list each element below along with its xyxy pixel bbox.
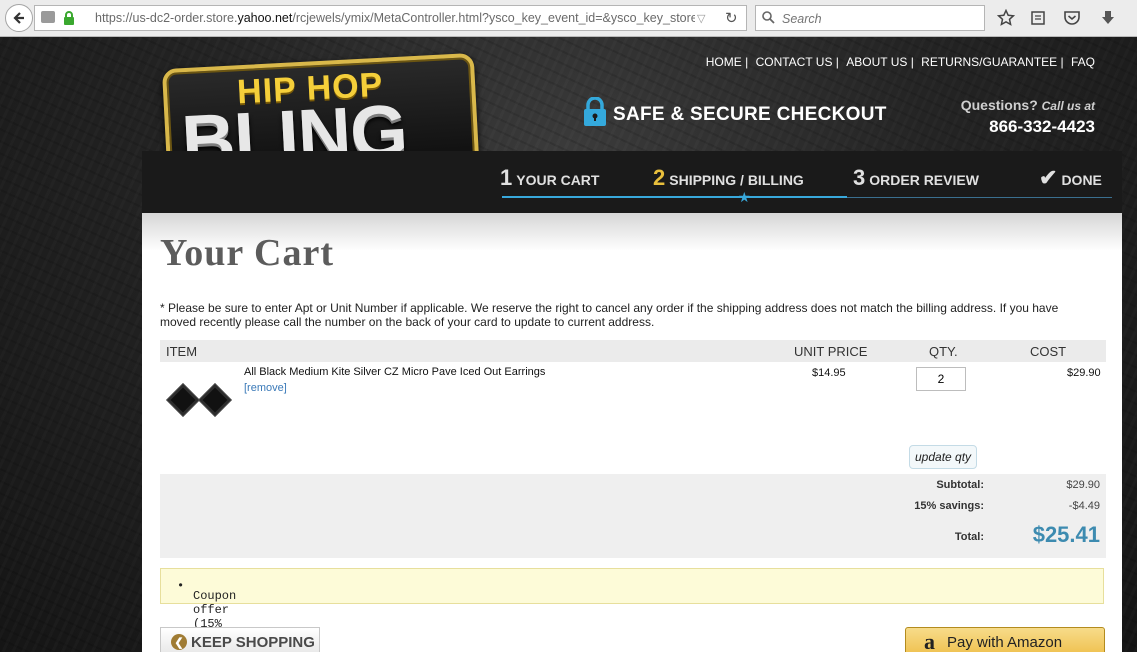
- pocket-icon[interactable]: [1062, 8, 1082, 28]
- earring-image-left: [166, 383, 200, 417]
- pay-with-amazon-label: Pay with Amazon: [947, 633, 1063, 651]
- update-qty-button[interactable]: update qty: [909, 445, 978, 469]
- phone-number[interactable]: 866-332-4423: [961, 117, 1095, 137]
- questions-text: Questions?: [960, 97, 1038, 113]
- current-step-star-icon: ★: [738, 189, 751, 205]
- step-number: 2: [653, 165, 666, 190]
- subtotal-value: $29.90: [1066, 479, 1100, 491]
- remove-link[interactable]: [remove]: [244, 382, 287, 394]
- url-text: https://us-dc2-order.store.yahoo.net/rcj…: [95, 11, 695, 25]
- total-value: $25.41: [1032, 522, 1100, 547]
- reload-icon[interactable]: ↻: [725, 9, 738, 27]
- column-unit-price: UNIT PRICE: [794, 344, 868, 359]
- step-label: SHIPPING / BILLING: [669, 172, 804, 188]
- address-bar[interactable]: https://us-dc2-order.store.yahoo.net/rcj…: [34, 5, 747, 31]
- line-cost: $29.90: [1067, 367, 1101, 379]
- quantity-input[interactable]: [916, 367, 966, 391]
- coupon-message-box: • Coupon offer (15% savings) has been ap…: [160, 568, 1104, 652]
- step-number: 1: [500, 165, 513, 190]
- search-input[interactable]: [780, 9, 980, 29]
- total-label: Total:: [954, 531, 984, 543]
- keep-shopping-button[interactable]: ❮ KEEP SHOPPING: [160, 627, 320, 652]
- column-cost: COST: [1030, 344, 1067, 359]
- product-name[interactable]: All Black Medium Kite Silver CZ Micro Pa…: [244, 366, 545, 378]
- cart-panel: Your Cart * Please be sure to enter Apt …: [142, 213, 1122, 652]
- step-shipping-billing[interactable]: 2 SHIPPING / BILLING: [653, 165, 804, 191]
- identity-icon[interactable]: [41, 11, 55, 23]
- amazon-logo-icon: a: [924, 629, 935, 652]
- cart-table-header: ITEM UNIT PRICE QTY. COST: [160, 340, 1106, 362]
- call-us-text: Call us at: [1041, 99, 1095, 113]
- search-icon: [762, 11, 775, 29]
- checkmark-icon: ✔: [1039, 165, 1058, 190]
- product-image[interactable]: [166, 383, 232, 419]
- keep-shopping-label: KEEP SHOPPING: [191, 633, 315, 651]
- step-label: DONE: [1061, 172, 1102, 188]
- nav-returns[interactable]: RETURNS/GUARANTEE |: [921, 55, 1063, 69]
- pay-with-amazon-button[interactable]: a Pay with Amazon: [905, 627, 1105, 652]
- reading-list-icon[interactable]: [1028, 8, 1048, 28]
- steps-progress: [502, 196, 847, 198]
- coupon-message: • Coupon offer (15% savings) has been ap…: [177, 579, 251, 652]
- bookmark-star-icon[interactable]: [996, 8, 1016, 28]
- column-item: ITEM: [166, 344, 198, 359]
- savings-label: 15% savings:: [914, 500, 984, 512]
- nav-contact-us[interactable]: CONTACT US |: [756, 55, 839, 69]
- secure-checkout-text: SAFE & SECURE CHECKOUT: [613, 104, 887, 125]
- chevron-left-icon: ❮: [171, 634, 187, 650]
- nav-about-us[interactable]: ABOUT US |: [846, 55, 914, 69]
- browser-toolbar: https://us-dc2-order.store.yahoo.net/rcj…: [0, 0, 1137, 37]
- totals-box: Subtotal: $29.90 15% savings: -$4.49 Tot…: [160, 474, 1106, 558]
- search-bar[interactable]: [755, 5, 985, 31]
- address-notice: * Please be sure to enter Apt or Unit Nu…: [160, 301, 1059, 329]
- step-number: 3: [853, 165, 866, 190]
- step-done[interactable]: ✔ DONE: [1039, 165, 1102, 191]
- back-arrow-icon[interactable]: [5, 4, 33, 32]
- subtotal-label: Subtotal:: [936, 479, 984, 491]
- lock-icon[interactable]: [63, 11, 75, 30]
- contact-info: Questions? Call us at 866-332-4423: [961, 97, 1095, 137]
- questions-line: Questions? Call us at: [961, 97, 1095, 113]
- nav-faq[interactable]: FAQ: [1071, 55, 1095, 69]
- checkout-steps: 1 YOUR CART 2 SHIPPING / BILLING 3 ORDER RE…: [142, 151, 1122, 213]
- step-order-review[interactable]: 3 ORDER REVIEW: [853, 165, 979, 191]
- earring-image-right: [198, 383, 232, 417]
- page-title: Your Cart: [160, 232, 335, 274]
- top-nav: HOME | CONTACT US | ABOUT US | RETURNS/G…: [702, 55, 1095, 69]
- secure-checkout-banner: SAFE & SECURE CHECKOUT: [583, 96, 887, 133]
- step-label: YOUR CART: [516, 172, 600, 188]
- nav-home[interactable]: HOME |: [706, 55, 748, 69]
- step-your-cart[interactable]: 1 YOUR CART: [500, 165, 599, 191]
- padlock-icon: [583, 96, 607, 133]
- page-background: HOME | CONTACT US | ABOUT US | RETURNS/G…: [0, 37, 1137, 652]
- step-label: ORDER REVIEW: [869, 172, 979, 188]
- column-qty: QTY.: [929, 344, 958, 359]
- dropdown-icon[interactable]: ▽: [697, 12, 705, 25]
- unit-price: $14.95: [812, 367, 846, 379]
- savings-value: -$4.49: [1068, 500, 1100, 512]
- download-icon[interactable]: [1098, 8, 1118, 28]
